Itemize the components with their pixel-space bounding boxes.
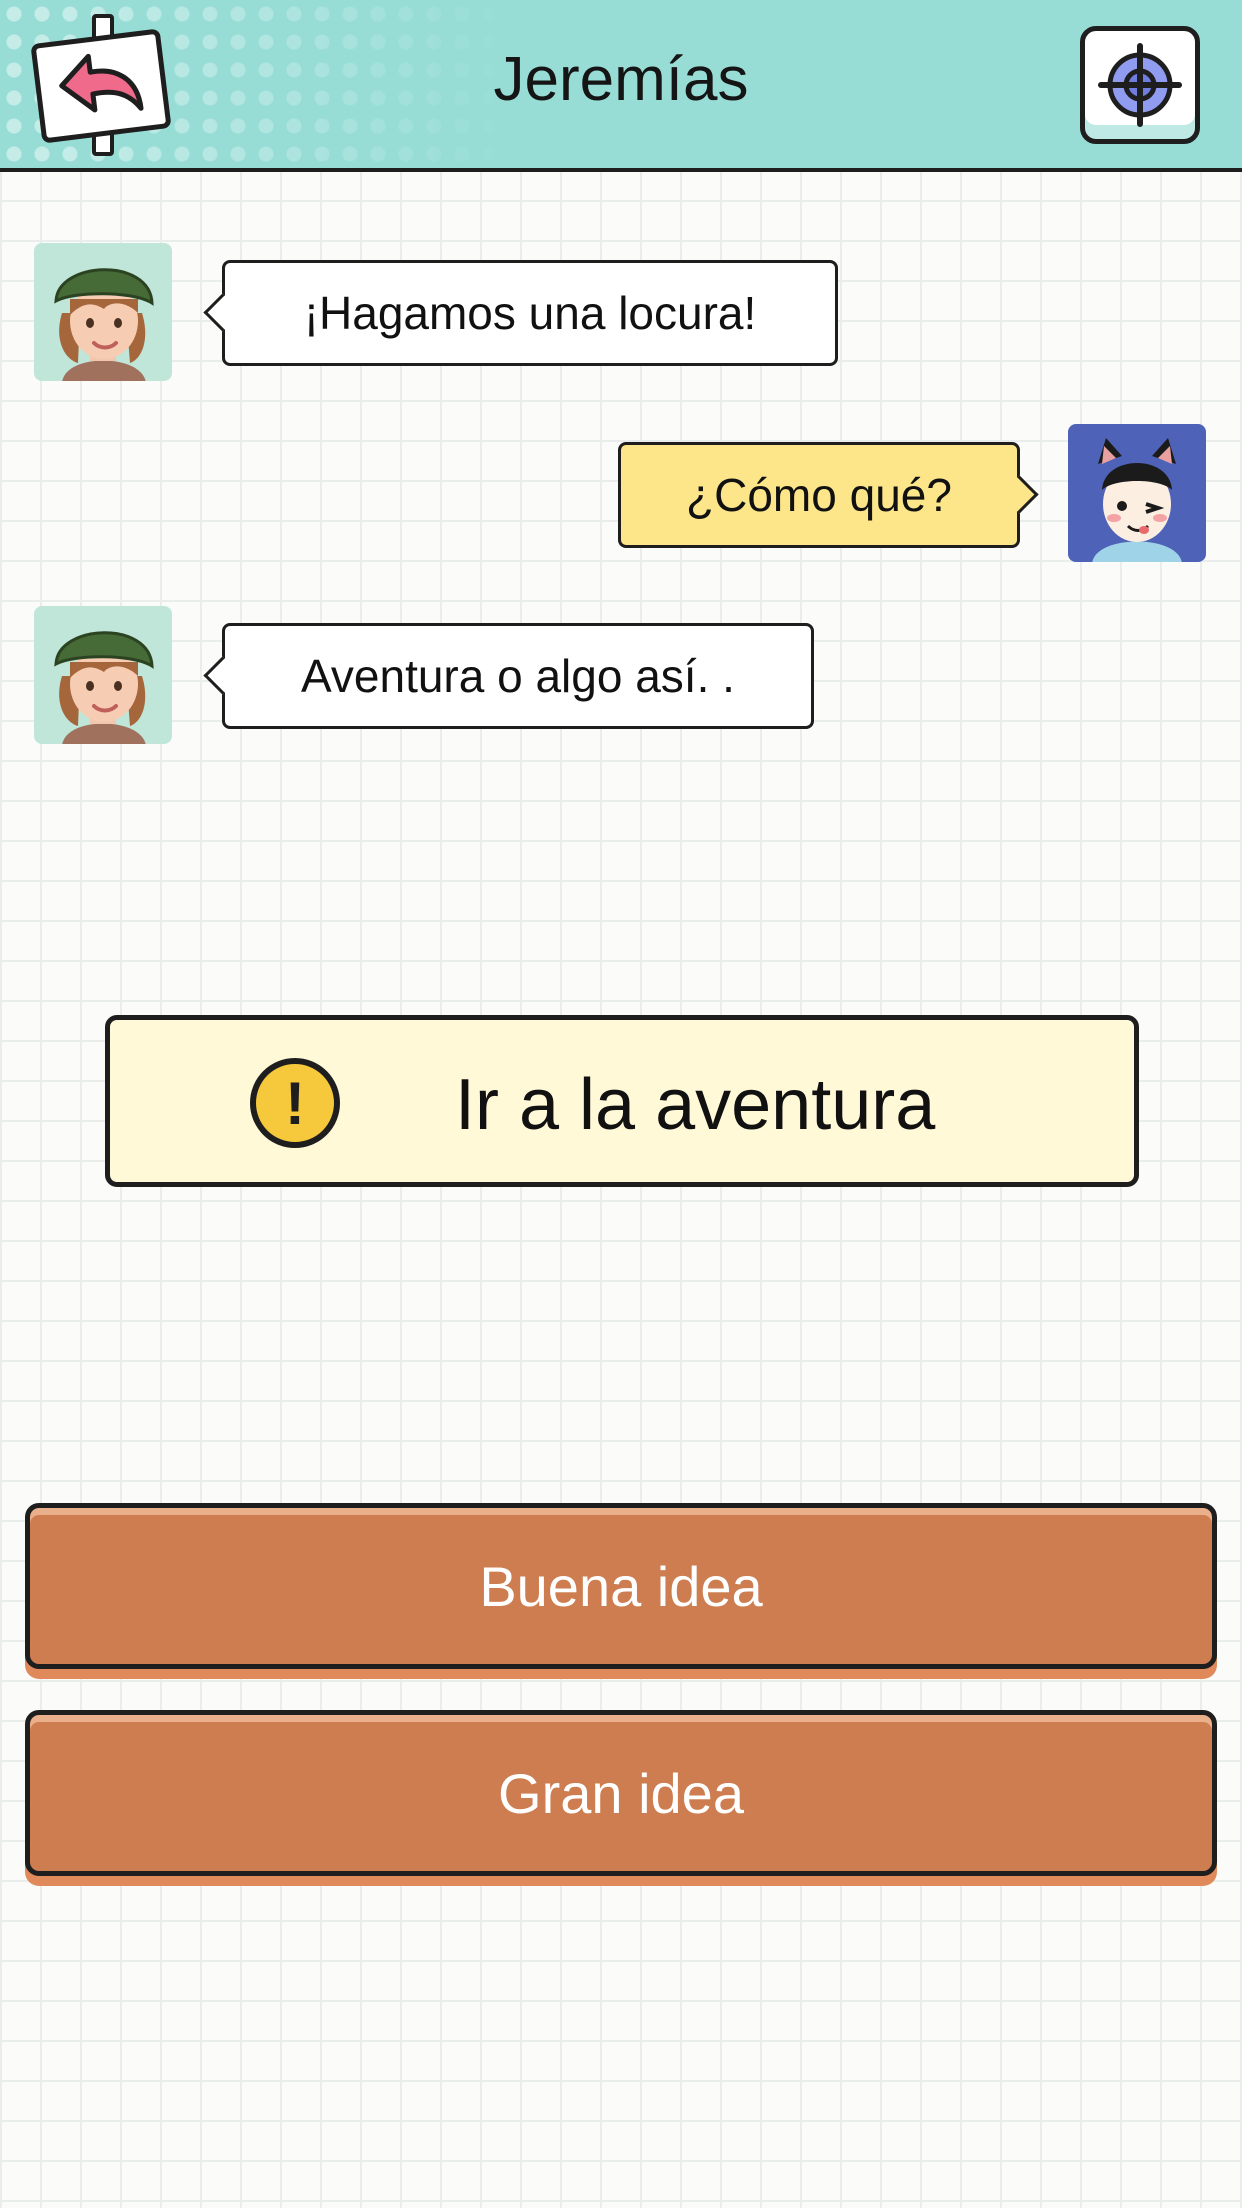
player-avatar[interactable] <box>1068 424 1206 562</box>
go-to-adventure-button[interactable]: ! Ir a la aventura <box>105 1015 1139 1187</box>
player-message-bubble: ¿Cómo qué? <box>618 442 1020 548</box>
top-bar: Jeremías <box>0 0 1242 172</box>
contact-message-bubble: Aventura o algo así. . <box>222 623 814 729</box>
exclamation-warning-icon: ! <box>250 1058 340 1148</box>
crosshair-target-icon <box>1098 43 1182 127</box>
contact-message-bubble: ¡Hagamos una locura! <box>222 260 838 366</box>
choice-button-2[interactable]: Gran idea <box>25 1710 1217 1876</box>
page-title: Jeremías <box>493 45 749 114</box>
contact-avatar[interactable] <box>34 243 172 381</box>
target-button[interactable] <box>1080 26 1200 144</box>
choice-button-1[interactable]: Buena idea <box>25 1503 1217 1669</box>
contact-avatar[interactable] <box>34 606 172 744</box>
adventure-label: Ir a la aventura <box>455 1065 936 1145</box>
